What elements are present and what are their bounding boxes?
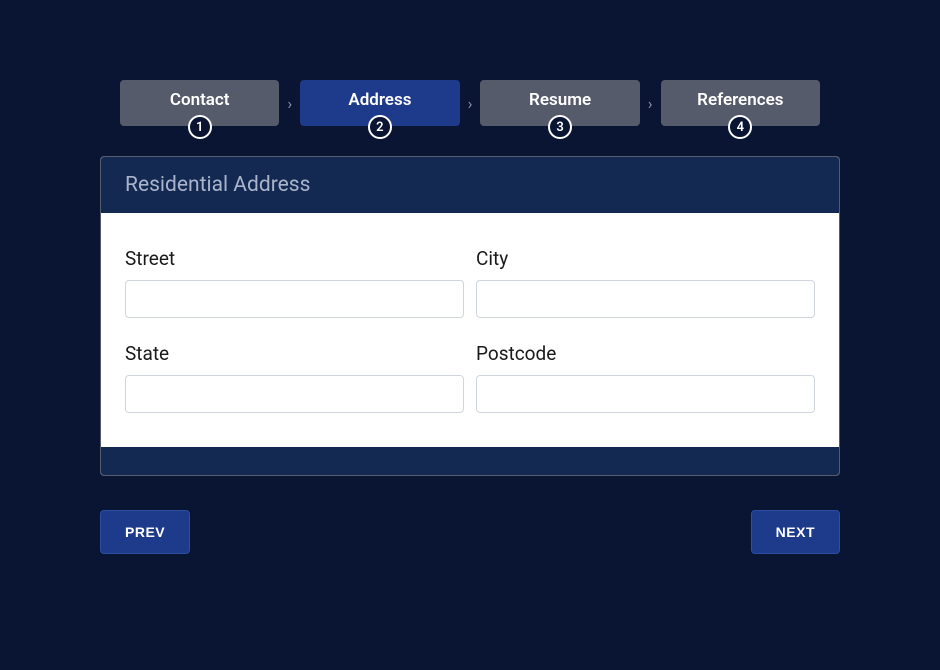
step-references[interactable]: References 4 xyxy=(661,80,820,126)
step-label: Address xyxy=(316,92,443,109)
chevron-right-icon: › xyxy=(279,94,300,113)
chevron-right-icon: › xyxy=(640,94,661,113)
step-address[interactable]: Address 2 xyxy=(300,80,459,126)
panel-body: Street City State Postcode xyxy=(101,213,839,447)
step-resume[interactable]: Resume 3 xyxy=(480,80,639,126)
address-panel: Residential Address Street City State Po… xyxy=(100,156,840,476)
field-postcode: Postcode xyxy=(476,342,815,413)
field-state: State xyxy=(125,342,464,413)
city-label: City xyxy=(476,247,815,270)
step-number-badge: 4 xyxy=(728,115,752,139)
step-label: References xyxy=(677,92,804,109)
step-number-badge: 1 xyxy=(188,115,212,139)
field-city: City xyxy=(476,247,815,318)
postcode-label: Postcode xyxy=(476,342,815,365)
state-label: State xyxy=(125,342,464,365)
step-number-badge: 2 xyxy=(368,115,392,139)
panel-title: Residential Address xyxy=(101,157,839,213)
street-label: Street xyxy=(125,247,464,270)
state-input[interactable] xyxy=(125,375,464,413)
city-input[interactable] xyxy=(476,280,815,318)
step-number-badge: 3 xyxy=(548,115,572,139)
prev-button[interactable]: PREV xyxy=(100,510,190,554)
next-button[interactable]: NEXT xyxy=(751,510,840,554)
step-label: Resume xyxy=(496,92,623,109)
panel-footer xyxy=(101,447,839,475)
stepper: Contact 1 › Address 2 › Resume 3 › Refer… xyxy=(120,80,820,126)
step-contact[interactable]: Contact 1 xyxy=(120,80,279,126)
chevron-right-icon: › xyxy=(460,94,481,113)
postcode-input[interactable] xyxy=(476,375,815,413)
step-label: Contact xyxy=(136,92,263,109)
button-row: PREV NEXT xyxy=(100,510,840,554)
street-input[interactable] xyxy=(125,280,464,318)
field-street: Street xyxy=(125,247,464,318)
